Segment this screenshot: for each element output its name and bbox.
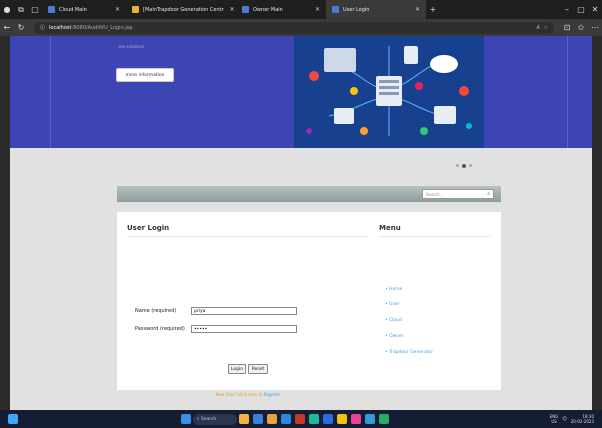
menu-item-cloud[interactable]: Cloud bbox=[385, 318, 402, 323]
app-icon[interactable] bbox=[322, 414, 333, 424]
tab-title: [MainTrapdoor Generation Centr bbox=[143, 6, 224, 13]
folder-icon[interactable] bbox=[266, 414, 277, 424]
clock[interactable]: 18:30 20-02-2023 bbox=[571, 414, 594, 424]
web-page: see solutions more information Search...… bbox=[10, 36, 592, 410]
reload-icon[interactable]: ↻ bbox=[14, 21, 28, 35]
store-icon[interactable] bbox=[252, 414, 263, 424]
app-icon[interactable] bbox=[294, 414, 305, 424]
menu-title: Menu bbox=[379, 224, 401, 232]
taskbar-search[interactable]: ⌕ Search bbox=[192, 413, 237, 425]
name-field[interactable]: priya bbox=[191, 307, 297, 315]
search-placeholder: Search... bbox=[426, 191, 444, 197]
cloud-network-illustration bbox=[294, 36, 484, 148]
clock-date: 20-02-2023 bbox=[570, 419, 594, 424]
main-content: User Login Name (required) priya Passwor… bbox=[117, 212, 501, 397]
favorites-icon[interactable]: ✩ bbox=[574, 21, 588, 35]
url-path: :8080/AuditVU_Login.jsp bbox=[71, 24, 133, 31]
search-icon[interactable]: ⌕ bbox=[487, 191, 490, 197]
reset-button[interactable]: Reset bbox=[248, 364, 268, 374]
register-line: New User? click here to Register bbox=[117, 392, 379, 397]
close-tab-icon[interactable]: ✕ bbox=[309, 6, 320, 13]
password-field[interactable]: ••••• bbox=[191, 325, 297, 333]
close-tab-icon[interactable]: ✕ bbox=[224, 6, 235, 13]
profile-icon[interactable]: ● bbox=[0, 3, 14, 17]
hero-small-text: see solutions bbox=[118, 44, 145, 49]
read-aloud-icon[interactable]: 𝐴 bbox=[536, 25, 539, 31]
login-button[interactable]: Login bbox=[228, 364, 246, 374]
app-icon[interactable] bbox=[364, 414, 375, 424]
language-indicator[interactable]: ENG US bbox=[550, 414, 559, 424]
menu-item-home[interactable]: Home bbox=[385, 287, 402, 292]
register-link[interactable]: Register bbox=[264, 392, 280, 397]
carousel-dots bbox=[456, 164, 472, 168]
app-icon[interactable] bbox=[336, 414, 347, 424]
browser-tab-bar: ● ⧉ ▢ Cloud Main ✕ [MainTrapdoor Generat… bbox=[0, 0, 602, 19]
menu-item-trapdoor-generator[interactable]: Trapdoor Generator bbox=[385, 350, 433, 355]
tab-cloud-main[interactable]: Cloud Main ✕ bbox=[42, 0, 126, 19]
divider bbox=[379, 236, 491, 237]
menu-item-owner[interactable]: Owner bbox=[385, 334, 404, 339]
maximize-icon[interactable]: ▢ bbox=[574, 3, 588, 17]
back-icon[interactable]: ← bbox=[0, 21, 14, 35]
divider bbox=[127, 236, 367, 237]
widgets-icon[interactable] bbox=[8, 414, 18, 424]
menu-item-user[interactable]: User bbox=[385, 302, 399, 307]
search-input[interactable]: Search... ⌕ bbox=[422, 189, 494, 199]
carousel-dot[interactable] bbox=[469, 164, 472, 167]
page-favicon-icon bbox=[242, 6, 249, 13]
explorer-icon[interactable] bbox=[238, 414, 249, 424]
search-bar: Search... ⌕ bbox=[117, 186, 501, 202]
url-field[interactable]: ⓘ localhost :8080/AuditVU_Login.jsp 𝐴 ☆ bbox=[34, 21, 554, 34]
network-icon[interactable]: ⌬ bbox=[562, 416, 566, 422]
favorite-star-icon[interactable]: ☆ bbox=[544, 25, 548, 31]
name-label: Name (required) bbox=[135, 308, 177, 314]
taskbar-search-label: Search bbox=[200, 416, 217, 422]
tab-title: Owner Main bbox=[253, 6, 283, 13]
page-favicon-icon bbox=[48, 6, 55, 13]
password-label: Password (required) bbox=[135, 326, 185, 332]
tab-actions-icon[interactable]: ▢ bbox=[28, 3, 42, 17]
address-bar-row: ← ↻ ⓘ localhost :8080/AuditVU_Login.jsp … bbox=[0, 19, 602, 36]
more-information-button[interactable]: more information bbox=[116, 68, 174, 82]
start-icon[interactable] bbox=[180, 414, 191, 424]
extensions-icon[interactable]: ⊡ bbox=[560, 21, 574, 35]
more-menu-icon[interactable]: ⋯ bbox=[588, 21, 602, 35]
edge-icon[interactable] bbox=[280, 414, 291, 424]
close-window-icon[interactable]: ✕ bbox=[588, 3, 602, 17]
taskbar: ⌕ Search ENG US ⌬ 18:30 20-02-2023 bbox=[0, 410, 602, 428]
tab-title: User Login bbox=[343, 6, 370, 13]
login-title: User Login bbox=[127, 224, 170, 232]
carousel-dot[interactable] bbox=[456, 164, 459, 167]
site-info-icon[interactable]: ⓘ bbox=[40, 24, 45, 31]
close-tab-icon[interactable]: ✕ bbox=[109, 6, 120, 13]
app-icon[interactable] bbox=[378, 414, 389, 424]
hero-banner: see solutions more information bbox=[10, 36, 592, 148]
app-icon[interactable] bbox=[308, 414, 319, 424]
tab-owner-main[interactable]: Owner Main ✕ bbox=[236, 0, 326, 19]
workspaces-icon[interactable]: ⧉ bbox=[14, 3, 28, 17]
tab-trapdoor[interactable]: [MainTrapdoor Generation Centr ✕ bbox=[126, 0, 236, 19]
tab-title: Cloud Main bbox=[59, 6, 87, 13]
region-code: US bbox=[551, 419, 557, 424]
register-prefix: New User? click here to bbox=[215, 392, 263, 397]
page-favicon-icon bbox=[132, 6, 139, 13]
new-tab-icon[interactable]: + bbox=[426, 3, 440, 17]
page-favicon-icon bbox=[332, 6, 339, 13]
carousel-dot-active[interactable] bbox=[462, 164, 466, 168]
url-host: localhost bbox=[49, 24, 72, 31]
close-tab-icon[interactable]: ✕ bbox=[409, 6, 420, 13]
app-icon[interactable] bbox=[350, 414, 361, 424]
tab-user-login[interactable]: User Login ✕ bbox=[326, 0, 426, 19]
minimize-icon[interactable]: – bbox=[560, 3, 574, 17]
